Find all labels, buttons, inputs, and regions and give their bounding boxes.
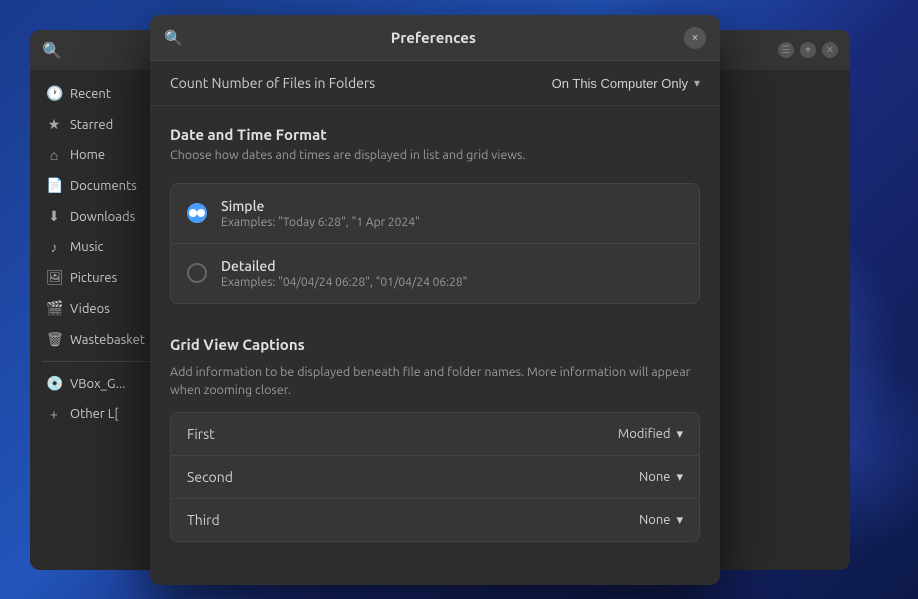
recent-icon: 🕐 (46, 85, 62, 102)
sidebar-label-vbox: VBox_G... (70, 377, 125, 391)
count-files-dropdown[interactable]: On This Computer Only ▾ (552, 76, 700, 91)
home-icon: ⌂ (46, 147, 62, 163)
wastebasket-icon: 🗑 (46, 331, 62, 348)
fm-menu-button[interactable]: ☰ (778, 42, 794, 58)
caption-label-third: Third (187, 512, 220, 528)
vbox-icon: 💿 (46, 375, 62, 392)
caption-rows-container: First Modified ▾ Second None ▾ Third Non… (170, 412, 700, 542)
sidebar-label-music: Music (70, 240, 104, 254)
sidebar-label-wastebasket: Wastebasket (70, 333, 145, 347)
preferences-title: Preferences (183, 29, 684, 46)
caption-row-third[interactable]: Third None ▾ (171, 498, 699, 541)
caption-value-third: None (639, 513, 671, 527)
music-icon: ♪ (46, 239, 62, 255)
preferences-titlebar: 🔍 Preferences × (150, 15, 720, 61)
preferences-content: Count Number of Files in Folders On This… (150, 61, 720, 585)
sidebar-label-downloads: Downloads (70, 210, 135, 224)
caption-row-first[interactable]: First Modified ▾ (171, 413, 699, 455)
caption-label-second: Second (187, 469, 233, 485)
count-files-label: Count Number of Files in Folders (170, 75, 375, 91)
grid-captions-title: Grid View Captions (170, 336, 700, 353)
sidebar-label-starred: Starred (70, 118, 113, 132)
fm-close-button[interactable]: ✕ (822, 42, 838, 58)
sidebar-label-videos: Videos (70, 302, 110, 316)
radio-example-simple: Examples: "Today 6:28", "1 Apr 2024" (221, 216, 683, 229)
pictures-icon: 🖼 (46, 269, 62, 286)
radio-circle-detailed (187, 263, 207, 283)
radio-option-detailed[interactable]: Detailed Examples: "04/04/24 06:28", "01… (171, 243, 699, 303)
date-time-title: Date and Time Format (170, 126, 700, 143)
sidebar-label-pictures: Pictures (70, 271, 117, 285)
fm-down-button[interactable]: ▾ (800, 42, 816, 58)
videos-icon: 🎬 (46, 300, 62, 317)
count-files-arrow-icon: ▾ (694, 76, 700, 90)
caption-dropdown-second[interactable]: None ▾ (639, 470, 683, 485)
radio-example-detailed: Examples: "04/04/24 06:28", "01/04/24 06… (221, 276, 683, 289)
date-time-section-header: Date and Time Format Choose how dates an… (150, 106, 720, 171)
radio-option-simple[interactable]: Simple Examples: "Today 6:28", "1 Apr 20… (171, 184, 699, 243)
sidebar-label-other: Other L[ (70, 407, 118, 421)
caption-value-first: Modified (618, 427, 671, 441)
caption-dropdown-third[interactable]: None ▾ (639, 513, 683, 528)
radio-label-simple: Simple (221, 198, 683, 214)
sidebar-label-recent: Recent (70, 87, 111, 101)
other-icon: + (46, 406, 62, 422)
radio-label-detailed: Detailed (221, 258, 683, 274)
preferences-search-icon[interactable]: 🔍 (164, 29, 183, 47)
radio-text-simple: Simple Examples: "Today 6:28", "1 Apr 20… (221, 198, 683, 229)
preferences-dialog: 🔍 Preferences × Count Number of Files in… (150, 15, 720, 585)
count-files-value: On This Computer Only (552, 76, 688, 91)
fm-window-controls: ☰ ▾ ✕ (778, 42, 838, 58)
grid-captions-section-header: Grid View Captions (150, 316, 720, 363)
radio-circle-simple (187, 203, 207, 223)
caption-value-second: None (639, 470, 671, 484)
caption-row-second[interactable]: Second None ▾ (171, 455, 699, 498)
documents-icon: 📄 (46, 177, 62, 194)
downloads-icon: ⬇ (46, 208, 62, 225)
caption-arrow-first-icon: ▾ (676, 427, 683, 442)
caption-arrow-third-icon: ▾ (676, 513, 683, 528)
radio-dot-simple (189, 209, 197, 217)
grid-captions-description: Add information to be displayed beneath … (150, 363, 720, 413)
sidebar-label-home: Home (70, 148, 105, 162)
date-time-description: Choose how dates and times are displayed… (170, 147, 700, 165)
radio-text-detailed: Detailed Examples: "04/04/24 06:28", "01… (221, 258, 683, 289)
caption-dropdown-first[interactable]: Modified ▾ (618, 427, 683, 442)
caption-label-first: First (187, 426, 215, 442)
preferences-close-button[interactable]: × (684, 27, 706, 49)
count-files-row: Count Number of Files in Folders On This… (150, 61, 720, 106)
caption-arrow-second-icon: ▾ (676, 470, 683, 485)
sidebar-label-documents: Documents (70, 179, 137, 193)
starred-icon: ★ (46, 116, 62, 133)
date-time-radio-group: Simple Examples: "Today 6:28", "1 Apr 20… (170, 183, 700, 304)
